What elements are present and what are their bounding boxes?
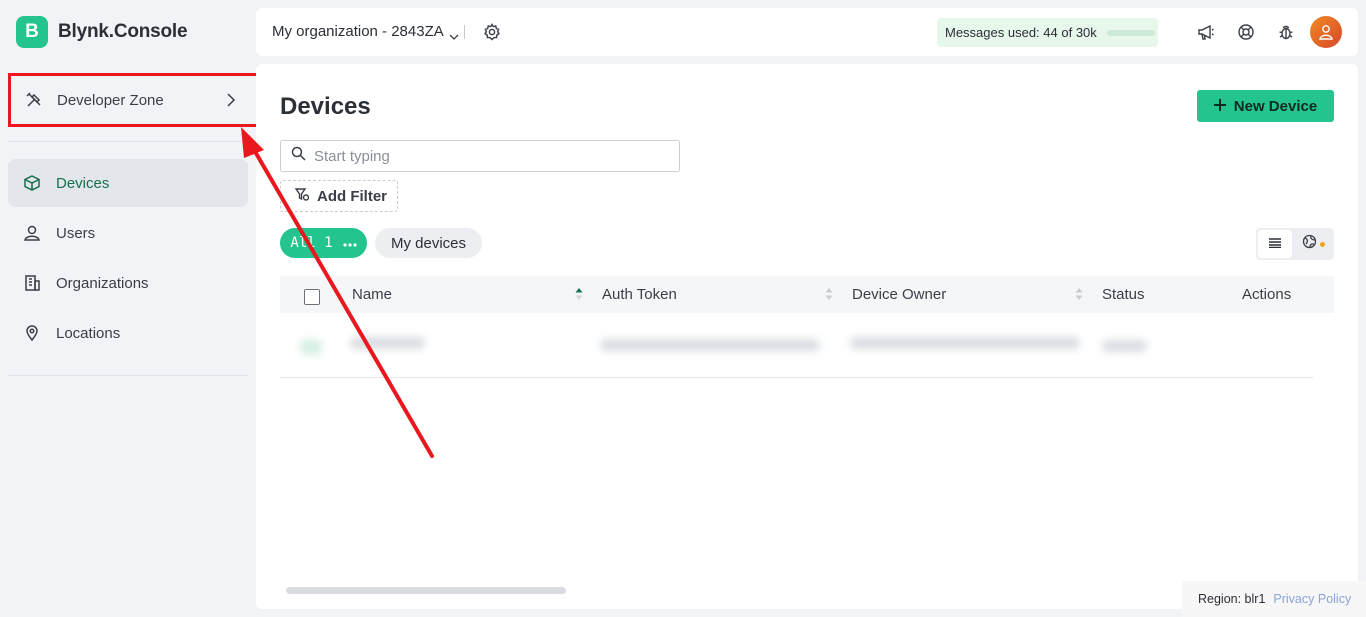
brand[interactable]: B Blynk.Console	[16, 16, 188, 48]
sidebar-item-label: Locations	[56, 324, 121, 342]
sidebar-item-label: Organizations	[56, 274, 149, 292]
column-header-status[interactable]: Status	[1102, 286, 1145, 303]
blurred-device-name	[350, 337, 425, 349]
chip-all-devices[interactable]: All 1	[280, 228, 367, 258]
chevron-down-icon	[449, 28, 459, 40]
header-divider	[464, 25, 465, 39]
sidebar-item-users[interactable]: Users	[8, 209, 248, 257]
more-dots-icon	[342, 235, 357, 251]
messages-label: Messages used:	[945, 25, 1040, 40]
footer: Region: blr1 Privacy Policy	[1182, 581, 1366, 617]
column-header-name[interactable]: Name	[352, 286, 392, 303]
bug-icon[interactable]	[1277, 23, 1295, 41]
location-pin-icon	[23, 324, 41, 342]
sidebar-divider	[8, 375, 248, 376]
blurred-auth-token	[600, 339, 820, 351]
messages-progress-bar	[1106, 29, 1155, 36]
gear-icon[interactable]	[483, 23, 501, 41]
chip-all-label: All 1	[290, 235, 333, 251]
sidebar-item-organizations[interactable]: Organizations	[8, 259, 248, 307]
main-panel: Devices New Device Add Filter All 1 My d…	[256, 64, 1358, 609]
building-icon	[23, 274, 41, 292]
messages-value: 44 of 30k	[1043, 25, 1097, 40]
blurred-status	[1102, 340, 1147, 352]
sidebar-item-locations[interactable]: Locations	[8, 309, 248, 357]
add-filter-button[interactable]: Add Filter	[280, 180, 398, 212]
blurred-device-owner	[850, 337, 1080, 349]
globe-icon	[1302, 234, 1317, 254]
cube-icon	[23, 174, 41, 192]
status-dot	[1320, 241, 1325, 247]
developer-zone-label: Developer Zone	[57, 91, 164, 109]
select-all-checkbox[interactable]	[304, 289, 320, 305]
sidebar-item-devices[interactable]: Devices	[8, 159, 248, 207]
tools-icon	[25, 91, 43, 109]
organization-name: My organization - 2843ZA	[272, 23, 444, 40]
horizontal-scrollbar[interactable]	[286, 587, 566, 594]
brand-logo: B	[16, 16, 48, 48]
top-bar: My organization - 2843ZA Messages used: …	[256, 8, 1358, 56]
sidebar-divider	[8, 141, 248, 142]
sort-icon[interactable]	[1075, 287, 1083, 301]
new-device-label: New Device	[1233, 97, 1318, 115]
plus-icon	[1213, 98, 1226, 115]
chip-my-devices[interactable]: My devices	[375, 228, 482, 258]
column-header-auth-token[interactable]: Auth Token	[602, 286, 677, 303]
sort-icon[interactable]	[575, 287, 583, 301]
messages-usage: Messages used: 44 of 30k	[937, 18, 1158, 47]
table-header: Name Auth Token Device Owner Status Acti…	[280, 276, 1334, 313]
new-device-button[interactable]: New Device	[1197, 90, 1334, 122]
sidebar-item-label: Users	[56, 224, 96, 242]
organization-selector[interactable]: My organization - 2843ZA	[272, 23, 459, 40]
chevron-right-icon	[225, 90, 237, 110]
sidebar: B Blynk.Console Developer Zone Devices U…	[0, 0, 260, 617]
brand-name: Blynk.Console	[58, 21, 188, 42]
megaphone-icon[interactable]	[1197, 23, 1215, 41]
users-icon	[23, 224, 41, 242]
developer-zone-item[interactable]: Developer Zone	[8, 73, 260, 127]
page-title: Devices	[280, 93, 371, 120]
table-row[interactable]	[280, 313, 1313, 378]
search-input[interactable]	[314, 147, 654, 165]
search-box	[280, 140, 680, 172]
avatar[interactable]	[1310, 16, 1342, 48]
column-header-device-owner[interactable]: Device Owner	[852, 286, 946, 303]
search-icon	[291, 146, 306, 166]
list-icon	[1269, 235, 1281, 253]
sort-icon[interactable]	[825, 287, 833, 301]
view-toggle	[1256, 228, 1334, 260]
region-label: Region: blr1	[1198, 592, 1266, 606]
filter-icon	[294, 187, 310, 205]
list-view-button[interactable]	[1258, 230, 1292, 258]
add-filter-label: Add Filter	[317, 187, 387, 205]
blurred-status-icon	[300, 339, 322, 355]
help-lifebuoy-icon[interactable]	[1237, 23, 1255, 41]
privacy-policy-link[interactable]: Privacy Policy	[1273, 592, 1351, 606]
sidebar-item-label: Devices	[56, 174, 110, 192]
column-header-actions: Actions	[1242, 286, 1292, 303]
